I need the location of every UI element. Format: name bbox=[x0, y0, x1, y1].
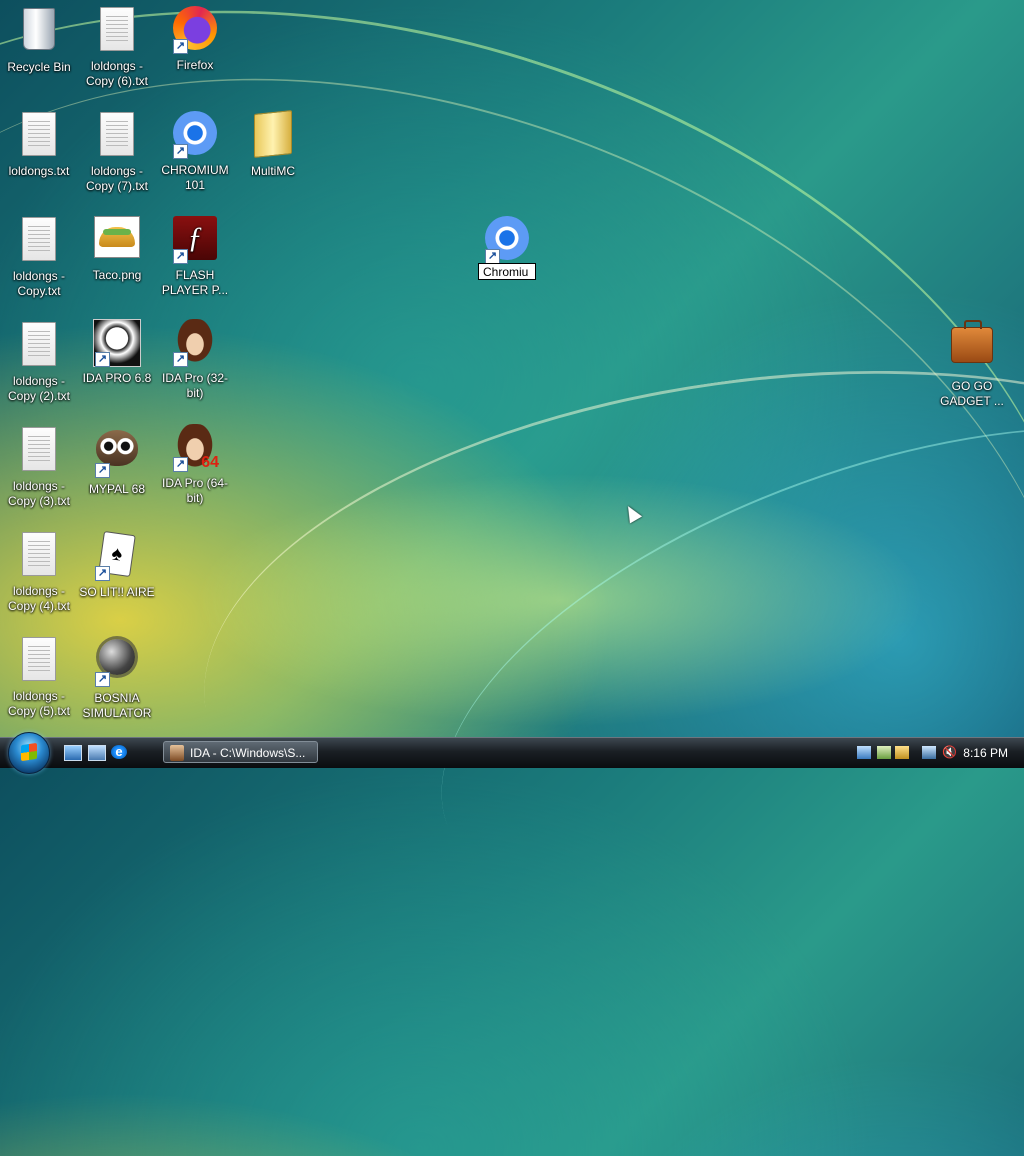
icon-label: Recycle Bin bbox=[7, 60, 71, 74]
show-desktop-icon[interactable] bbox=[64, 745, 82, 761]
solitaire-icon: ♠ ↗ bbox=[93, 530, 141, 581]
shortcut-arrow-icon: ↗ bbox=[95, 566, 110, 581]
icon-label: IDA Pro (64-bit) bbox=[161, 476, 229, 505]
desktop-icon-chromium-101[interactable]: ↗ CHROMIUM 101 bbox=[156, 109, 234, 193]
taskbar-button-label: IDA - C:\Windows\S... bbox=[190, 746, 306, 760]
icon-label: MYPAL 68 bbox=[88, 482, 146, 496]
chromium-icon: ↗ bbox=[483, 216, 531, 264]
icon-label: loldongs - Copy (7).txt bbox=[85, 164, 148, 193]
icon-label: loldongs - Copy (2).txt bbox=[7, 374, 70, 403]
icon-label: MultiMC bbox=[251, 164, 295, 178]
text-file-icon bbox=[15, 322, 63, 370]
desktop-icon-solitaire[interactable]: ♠ ↗ SO LIT!! AIRE bbox=[78, 529, 156, 600]
desktop-icon-firefox[interactable]: ↗ Firefox bbox=[156, 4, 234, 73]
icon-label: loldongs - Copy.txt bbox=[12, 269, 66, 298]
icon-label: IDA PRO 6.8 bbox=[82, 371, 152, 385]
briefcase-icon bbox=[948, 320, 996, 375]
tray-display-icon[interactable] bbox=[922, 746, 936, 759]
flash-icon: ƒ ↗ bbox=[171, 216, 219, 264]
icon-label: GO GO GADGET ... bbox=[940, 379, 1004, 408]
text-file-icon bbox=[15, 217, 63, 265]
mypal-icon: ↗ bbox=[93, 430, 141, 478]
desktop-icon-chromium-renaming[interactable]: ↗ bbox=[468, 214, 546, 268]
desktop-icon-loldongs-copy[interactable]: loldongs - Copy.txt bbox=[0, 214, 78, 299]
icon-label: CHROMIUM 101 bbox=[161, 163, 229, 192]
desktop-icon-loldongs-copy-4[interactable]: loldongs - Copy (4).txt bbox=[0, 529, 78, 614]
text-file-icon bbox=[15, 112, 63, 160]
shortcut-arrow-icon: ↗ bbox=[95, 463, 110, 478]
image-file-icon bbox=[93, 216, 141, 264]
ida-icon: 64 ↗ bbox=[171, 424, 219, 472]
desktop-icon-bosnia-simulator[interactable]: ↗ BOSNIA SIMULATOR bbox=[78, 634, 156, 721]
icon-label: loldongs - Copy (4).txt bbox=[7, 584, 70, 613]
tray-network-icon[interactable] bbox=[857, 746, 871, 759]
desktop-icon-loldongs-copy-7[interactable]: loldongs - Copy (7).txt bbox=[78, 109, 156, 194]
text-file-icon bbox=[93, 112, 141, 160]
shortcut-arrow-icon: ↗ bbox=[173, 144, 188, 159]
text-file-icon bbox=[15, 637, 63, 685]
taskbar-clock[interactable]: 8:16 PM bbox=[963, 746, 1008, 760]
tray-volume-muted-icon[interactable]: 🔇 bbox=[942, 746, 957, 759]
tray-app-icon[interactable] bbox=[877, 746, 891, 759]
desktop-icon-loldongs-copy-2[interactable]: loldongs - Copy (2).txt bbox=[0, 319, 78, 404]
desktop-icon-ida-pro-64[interactable]: 64 ↗ IDA Pro (64-bit) bbox=[156, 424, 234, 506]
shortcut-arrow-icon: ↗ bbox=[485, 249, 500, 264]
taskbar-button-ida[interactable]: IDA - C:\Windows\S... bbox=[163, 741, 318, 763]
desktop-icon-loldongs-copy-5[interactable]: loldongs - Copy (5).txt bbox=[0, 634, 78, 719]
desktop-icon-ida-pro-6-8[interactable]: ↗ IDA PRO 6.8 bbox=[78, 319, 156, 386]
firefox-icon: ↗ bbox=[171, 6, 219, 54]
icon-label: loldongs - Copy (3).txt bbox=[7, 479, 70, 508]
icon-label: loldongs - Copy (6).txt bbox=[85, 59, 148, 88]
icon-label: Taco.png bbox=[92, 268, 142, 282]
desktop-icon-taco-png[interactable]: Taco.png bbox=[78, 214, 156, 283]
internet-explorer-icon[interactable]: e bbox=[111, 745, 127, 759]
desktop-icon-loldongs-txt[interactable]: loldongs.txt bbox=[0, 109, 78, 179]
desktop-icon-flash-player[interactable]: ƒ ↗ FLASH PLAYER P... bbox=[156, 214, 234, 298]
desktop-icon-ida-pro-32[interactable]: ↗ IDA Pro (32-bit) bbox=[156, 319, 234, 401]
desktop-icon-mypal-68[interactable]: ↗ MYPAL 68 bbox=[78, 424, 156, 497]
icon-label: loldongs - Copy (5).txt bbox=[7, 689, 70, 718]
ida-icon bbox=[170, 745, 184, 761]
icon-label: BOSNIA SIMULATOR bbox=[82, 691, 152, 720]
desktop-icon-loldongs-copy-6[interactable]: loldongs - Copy (6).txt bbox=[78, 4, 156, 89]
chromium-icon: ↗ bbox=[171, 111, 219, 159]
desktop-icon-multimc[interactable]: MultiMC bbox=[234, 109, 312, 179]
minesweeper-icon: ↗ bbox=[93, 639, 141, 687]
icon-label: loldongs.txt bbox=[8, 164, 70, 178]
shortcut-arrow-icon: ↗ bbox=[173, 457, 188, 472]
recycle-bin-icon bbox=[15, 8, 63, 56]
text-file-icon bbox=[93, 7, 141, 55]
rename-input[interactable]: Chromiu bbox=[478, 263, 536, 280]
text-file-icon bbox=[15, 532, 63, 580]
ida-64-badge: 64 bbox=[201, 454, 219, 471]
ida-icon: ↗ bbox=[93, 319, 141, 367]
text-file-icon bbox=[15, 427, 63, 475]
shortcut-arrow-icon: ↗ bbox=[173, 39, 188, 54]
ida-icon: ↗ bbox=[171, 319, 219, 367]
shortcut-arrow-icon: ↗ bbox=[173, 352, 188, 367]
shortcut-arrow-icon: ↗ bbox=[173, 249, 188, 264]
shortcut-arrow-icon: ↗ bbox=[95, 672, 110, 687]
taskbar: e IDA - C:\Windows\S... 🔇 8:16 PM bbox=[0, 732, 1024, 774]
desktop-icon-loldongs-copy-3[interactable]: loldongs - Copy (3).txt bbox=[0, 424, 78, 509]
folder-icon bbox=[249, 110, 297, 160]
icon-label: SO LIT!! AIRE bbox=[79, 585, 155, 599]
shortcut-arrow-icon: ↗ bbox=[95, 352, 110, 367]
icon-label: IDA Pro (32-bit) bbox=[161, 371, 229, 400]
icon-label: Firefox bbox=[176, 58, 214, 72]
mouse-cursor-icon bbox=[621, 502, 643, 524]
desktop-icon-recycle-bin[interactable]: Recycle Bin bbox=[0, 4, 78, 75]
tray-app-icon-2[interactable] bbox=[895, 746, 909, 759]
desktop-icon-go-go-gadget[interactable]: GO GO GADGET ... bbox=[933, 319, 1011, 409]
switch-windows-icon[interactable] bbox=[88, 745, 106, 761]
icon-label: FLASH PLAYER P... bbox=[161, 268, 229, 297]
